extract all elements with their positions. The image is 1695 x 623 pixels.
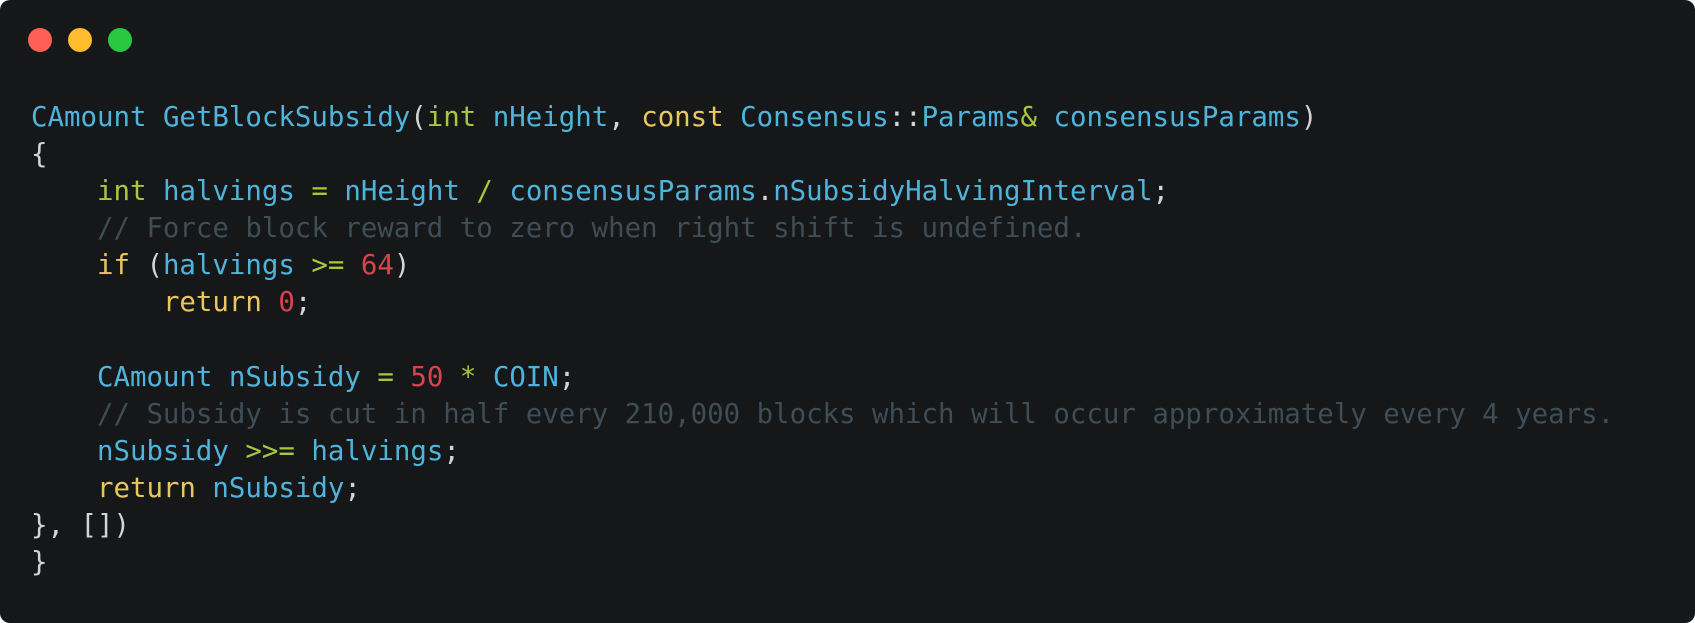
code-token: / [476, 176, 493, 208]
code-line: return nSubsidy; [31, 470, 1614, 507]
code-line: return 0; [31, 284, 1614, 321]
code-token: nSubsidy [96, 435, 229, 467]
code-line: } [31, 544, 1614, 581]
code-token: return [96, 472, 196, 504]
code-token: = [311, 176, 328, 208]
code-token: CAmount [31, 102, 147, 133]
code-token: ; [344, 472, 361, 504]
code-token: * [459, 361, 477, 393]
code-token: nHeight [492, 102, 609, 133]
code-token: int [96, 176, 147, 208]
code-token: // Force block reward to zero when right… [96, 213, 1087, 245]
code-token: consensusParams [509, 176, 757, 208]
code-token: CAmount [96, 361, 213, 393]
code-token: ( [129, 250, 163, 282]
code-block: CAmount GetBlockSubsidy(int nHeight, con… [31, 99, 1614, 581]
code-window: CAmount GetBlockSubsidy(int nHeight, con… [0, 0, 1695, 623]
code-token: >>= [245, 435, 295, 467]
code-token: nSubsidy [212, 472, 345, 504]
code-line: CAmount GetBlockSubsidy(int nHeight, con… [31, 99, 1614, 136]
code-token: ; [294, 287, 312, 319]
code-token: if [96, 250, 130, 282]
code-token: ; [443, 435, 460, 467]
code-token: ) [1300, 102, 1318, 133]
code-token: int [426, 102, 477, 133]
code-line: if (halvings >= 64) [31, 247, 1614, 284]
code-token: & [1020, 102, 1038, 133]
code-token: // Subsidy is cut in half every 210,000 … [96, 398, 1615, 430]
code-token: nSubsidy [228, 361, 361, 393]
code-token: , [608, 102, 642, 133]
code-token: ; [558, 361, 576, 393]
maximize-button[interactable] [108, 28, 132, 52]
code-token: return [162, 287, 262, 319]
code-token: } [31, 547, 48, 579]
code-token: COIN [492, 361, 559, 393]
code-token: }, []) [31, 510, 130, 542]
code-token: ) [393, 250, 411, 282]
code-token: = [377, 361, 394, 393]
code-line: int halvings = nHeight / consensusParams… [31, 173, 1614, 210]
code-line: // Force block reward to zero when right… [31, 210, 1614, 247]
code-token: halvings [162, 176, 295, 208]
code-token: nHeight [344, 176, 460, 208]
code-token: const [641, 102, 724, 133]
code-token: nSubsidyHalvingInterval [773, 176, 1153, 208]
code-token: Consensus [740, 102, 889, 133]
code-token: halvings [162, 250, 295, 282]
minimize-button[interactable] [68, 28, 92, 52]
code-token: halvings [311, 435, 444, 467]
code-line: { [31, 136, 1614, 173]
code-token: ; [1152, 176, 1169, 208]
code-token: 0 [278, 287, 295, 319]
code-token: GetBlockSubsidy [162, 102, 411, 133]
code-token: >= [311, 250, 345, 282]
code-token: consensusParams [1053, 102, 1301, 133]
code-line: CAmount nSubsidy = 50 * COIN; [31, 359, 1614, 396]
code-token: 64 [360, 250, 394, 282]
code-token: ( [410, 102, 427, 133]
code-token: Params [921, 102, 1021, 133]
code-token: { [31, 139, 48, 171]
code-token: :: [888, 102, 922, 133]
code-line: nSubsidy >>= halvings; [31, 433, 1614, 470]
code-token: . [756, 176, 774, 208]
code-token: 50 [410, 361, 444, 393]
code-line: }, []) [31, 507, 1614, 544]
close-button[interactable] [28, 28, 52, 52]
code-line: // Subsidy is cut in half every 210,000 … [31, 396, 1614, 433]
